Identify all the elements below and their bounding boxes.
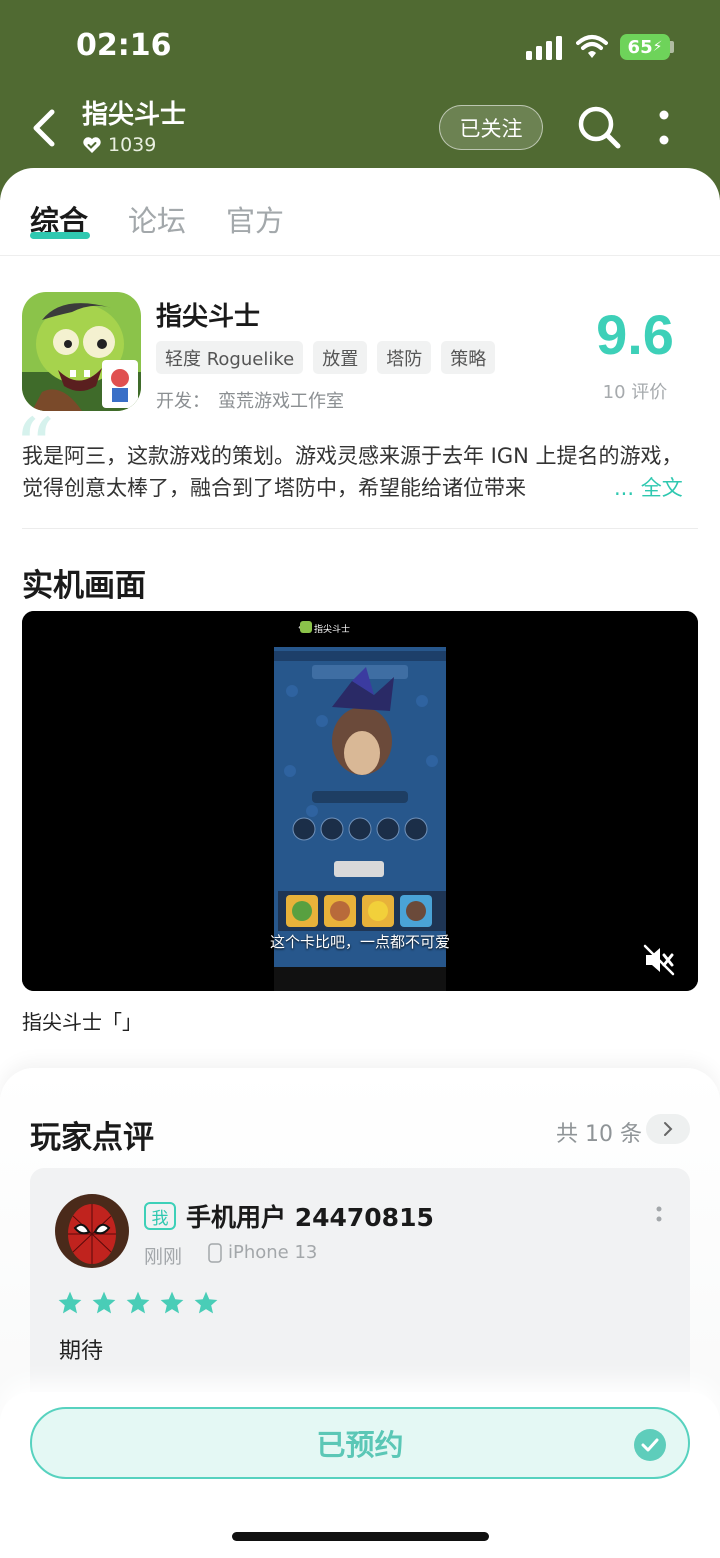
media-section-title: 实机画面 — [22, 568, 146, 604]
page-title: 指尖斗士 — [82, 100, 187, 130]
me-badge: 我 — [144, 1202, 176, 1230]
developer-info[interactable]: 开发： 蛮荒游戏工作室 — [156, 387, 344, 413]
app-name: 指尖斗士 — [156, 302, 261, 332]
verified-heart-icon — [83, 137, 101, 153]
follower-count-value: 1039 — [108, 134, 157, 156]
tab-forum[interactable]: 论坛 — [128, 198, 186, 240]
star-icon — [58, 1291, 82, 1314]
tab-official[interactable]: 官方 — [226, 198, 284, 240]
review-username[interactable]: 手机用户 24470815 — [186, 1198, 434, 1234]
status-time: 02:16 — [76, 28, 172, 63]
tag-item[interactable]: 塔防 — [377, 341, 432, 374]
avatar[interactable] — [55, 1194, 129, 1268]
wifi-icon — [576, 35, 608, 58]
chevron-right-icon — [664, 1122, 673, 1136]
follower-count: 1039 — [82, 134, 156, 156]
phone-icon — [208, 1242, 222, 1263]
charging-bolt-icon: ⚡ — [652, 39, 663, 55]
star-icon — [194, 1291, 218, 1314]
video-caption: 指尖斗士「」 — [22, 1010, 142, 1034]
battery-tip — [670, 41, 674, 53]
check-circle-icon — [634, 1429, 666, 1461]
home-indicator[interactable] — [232, 1532, 489, 1541]
zombie-app-icon — [22, 292, 141, 411]
reviews-total[interactable]: 共 10 条 — [556, 1116, 642, 1148]
tab-active-indicator — [30, 232, 90, 239]
reviews-title: 玩家点评 — [30, 1120, 154, 1156]
gameplay-video[interactable]: ‹ 指尖斗士 这个卡比吧，一点都不可爱 — [22, 611, 698, 991]
developer-name: 蛮荒游戏工作室 — [218, 391, 344, 412]
review-stars — [57, 1290, 219, 1316]
tab-bar: 综合 论坛 官方 — [0, 168, 720, 256]
review-device: iPhone 13 — [208, 1242, 317, 1263]
app-tags: 轻度 Roguelike 放置 塔防 策略 — [156, 341, 496, 374]
tag-item[interactable]: 轻度 Roguelike — [156, 341, 304, 374]
app-icon[interactable] — [22, 292, 141, 411]
app-description: 我是阿三，这款游戏的策划。游戏灵感来源于去年 IGN 上提名的游戏，觉得创意太棒… — [22, 444, 683, 500]
mute-icon[interactable] — [642, 943, 676, 977]
back-icon[interactable] — [28, 106, 62, 150]
tag-item[interactable]: 放置 — [313, 341, 368, 374]
follow-button[interactable]: 已关注 — [439, 105, 543, 150]
main-content: 综合 论坛 官方 指尖斗士 轻度 Roguelike 放置 塔防 策略 开发： … — [0, 168, 720, 1558]
tag-item[interactable]: 策略 — [441, 341, 496, 374]
star-icon — [92, 1291, 116, 1314]
read-more-link[interactable]: ... 全文 — [604, 472, 683, 504]
star-icon — [126, 1291, 150, 1314]
review-device-name: iPhone 13 — [228, 1242, 318, 1263]
reserved-button[interactable]: 已预约 — [30, 1407, 690, 1479]
review-more-icon[interactable] — [652, 1204, 666, 1232]
cellular-signal-icon — [526, 36, 562, 60]
reviews-more-button[interactable] — [646, 1114, 690, 1144]
review-time: 刚刚 — [144, 1246, 183, 1268]
rating-score: 9.6 — [596, 303, 674, 366]
reserved-label: 已预约 — [316, 1428, 404, 1462]
divider — [22, 528, 698, 529]
status-bar: 02:16 65 ⚡ — [0, 0, 720, 90]
search-icon[interactable] — [576, 104, 622, 150]
developer-label: 开发： — [156, 391, 210, 412]
video-inner-title: 指尖斗士 — [314, 625, 351, 635]
battery-level: 65 — [627, 36, 653, 58]
spiderman-avatar-icon — [55, 1194, 129, 1268]
rating-count: 10 评价 — [602, 382, 668, 403]
review-text: 期待 — [59, 1339, 104, 1364]
video-subtitle: 这个卡比吧，一点都不可爱 — [269, 933, 450, 951]
more-vertical-icon[interactable] — [652, 108, 676, 148]
battery-indicator: 65 ⚡ — [620, 34, 670, 60]
star-icon — [160, 1291, 184, 1314]
